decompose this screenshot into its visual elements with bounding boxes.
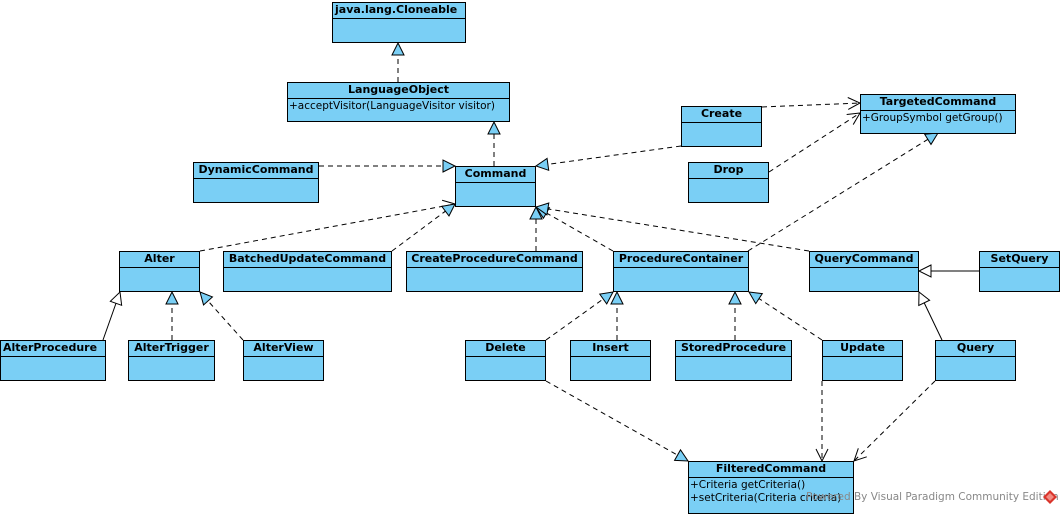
class-alter-trigger[interactable]: AlterTrigger [128,340,215,381]
class-name: Command [456,167,535,183]
class-name: LanguageObject [288,83,509,99]
class-name: java.lang.Cloneable [333,3,465,19]
realization-edge [535,145,682,167]
class-alter-procedure[interactable]: AlterProcedure [0,340,106,381]
generalization-triangle [109,290,123,307]
class-delete[interactable]: Delete [465,340,546,381]
class-name: Query [936,341,1015,357]
class-query[interactable]: Query [935,340,1016,381]
realization-edge [535,206,810,252]
watermark-text: Powered By Visual Paradigm Community Edi… [806,491,1059,503]
class-alter-view[interactable]: AlterView [243,340,324,381]
realization-triangle [598,291,614,305]
class-name: AlterView [244,341,323,357]
class-dynamic-command[interactable]: DynamicCommand [193,162,319,203]
open-arrowhead [846,112,861,125]
class-batched-update-command[interactable]: BatchedUpdateCommand [223,251,392,292]
class-name: TargetedCommand [861,95,1015,111]
class-update[interactable]: Update [822,340,903,381]
realization-triangle [534,157,550,172]
class-stored-procedure[interactable]: StoredProcedure [675,340,792,381]
class-procedure-container[interactable]: ProcedureContainer [613,251,749,292]
class-cloneable[interactable]: java.lang.Cloneable [332,2,466,43]
visual-paradigm-logo-icon [1043,490,1057,504]
class-name: CreateProcedureCommand [407,252,582,268]
realization-triangle [673,448,689,462]
class-alter[interactable]: Alter [119,251,200,292]
class-name: StoredProcedure [676,341,791,357]
realization-triangle [442,159,457,173]
realization-triangle [199,291,214,306]
class-command[interactable]: Command [455,166,536,207]
class-create[interactable]: Create [681,106,762,147]
class-create-procedure-command[interactable]: CreateProcedureCommand [406,251,583,292]
class-filtered-command[interactable]: FilteredCommand +Criteria getCriteria() … [688,461,854,514]
operation: +GroupSymbol getGroup() [862,112,1003,124]
class-name: Insert [571,341,650,357]
dependency-edge [853,380,936,462]
realization-triangle [728,290,742,305]
class-name: ProcedureContainer [614,252,748,268]
class-name: AlterProcedure [1,341,105,357]
class-name: Create [682,107,761,123]
realization-triangle [391,41,405,56]
realization-triangle [748,291,764,305]
class-drop[interactable]: Drop [688,162,769,203]
class-name: AlterTrigger [129,341,214,357]
realization-edge [747,132,939,252]
realization-edge [748,291,823,341]
class-name: DynamicCommand [194,163,318,179]
class-name: Update [823,341,902,357]
dependency-edge [199,203,456,252]
class-name: Alter [120,252,199,268]
realization-edge [545,380,689,462]
class-name: FilteredCommand [689,462,853,478]
class-name: Drop [689,163,768,179]
dependency-edge [768,112,861,173]
realization-triangle [923,132,939,146]
realization-triangle [440,203,456,217]
realization-triangle [165,290,179,305]
realization-triangle [610,290,624,305]
generalization-triangle [917,264,932,278]
class-insert[interactable]: Insert [570,340,651,381]
class-name: QueryCommand [810,252,918,268]
class-query-command[interactable]: QueryCommand [809,251,919,292]
class-language-object[interactable]: LanguageObject +acceptVisitor(LanguageVi… [287,82,510,122]
realization-triangle [487,120,501,135]
class-name: BatchedUpdateCommand [224,252,391,268]
class-targeted-command[interactable]: TargetedCommand +GroupSymbol getGroup() [860,94,1016,134]
class-name: Delete [466,341,545,357]
dependency-edge [761,102,861,108]
class-name: SetQuery [980,252,1059,268]
operation: +acceptVisitor(LanguageVisitor visitor) [289,100,495,112]
class-set-query[interactable]: SetQuery [979,251,1060,292]
